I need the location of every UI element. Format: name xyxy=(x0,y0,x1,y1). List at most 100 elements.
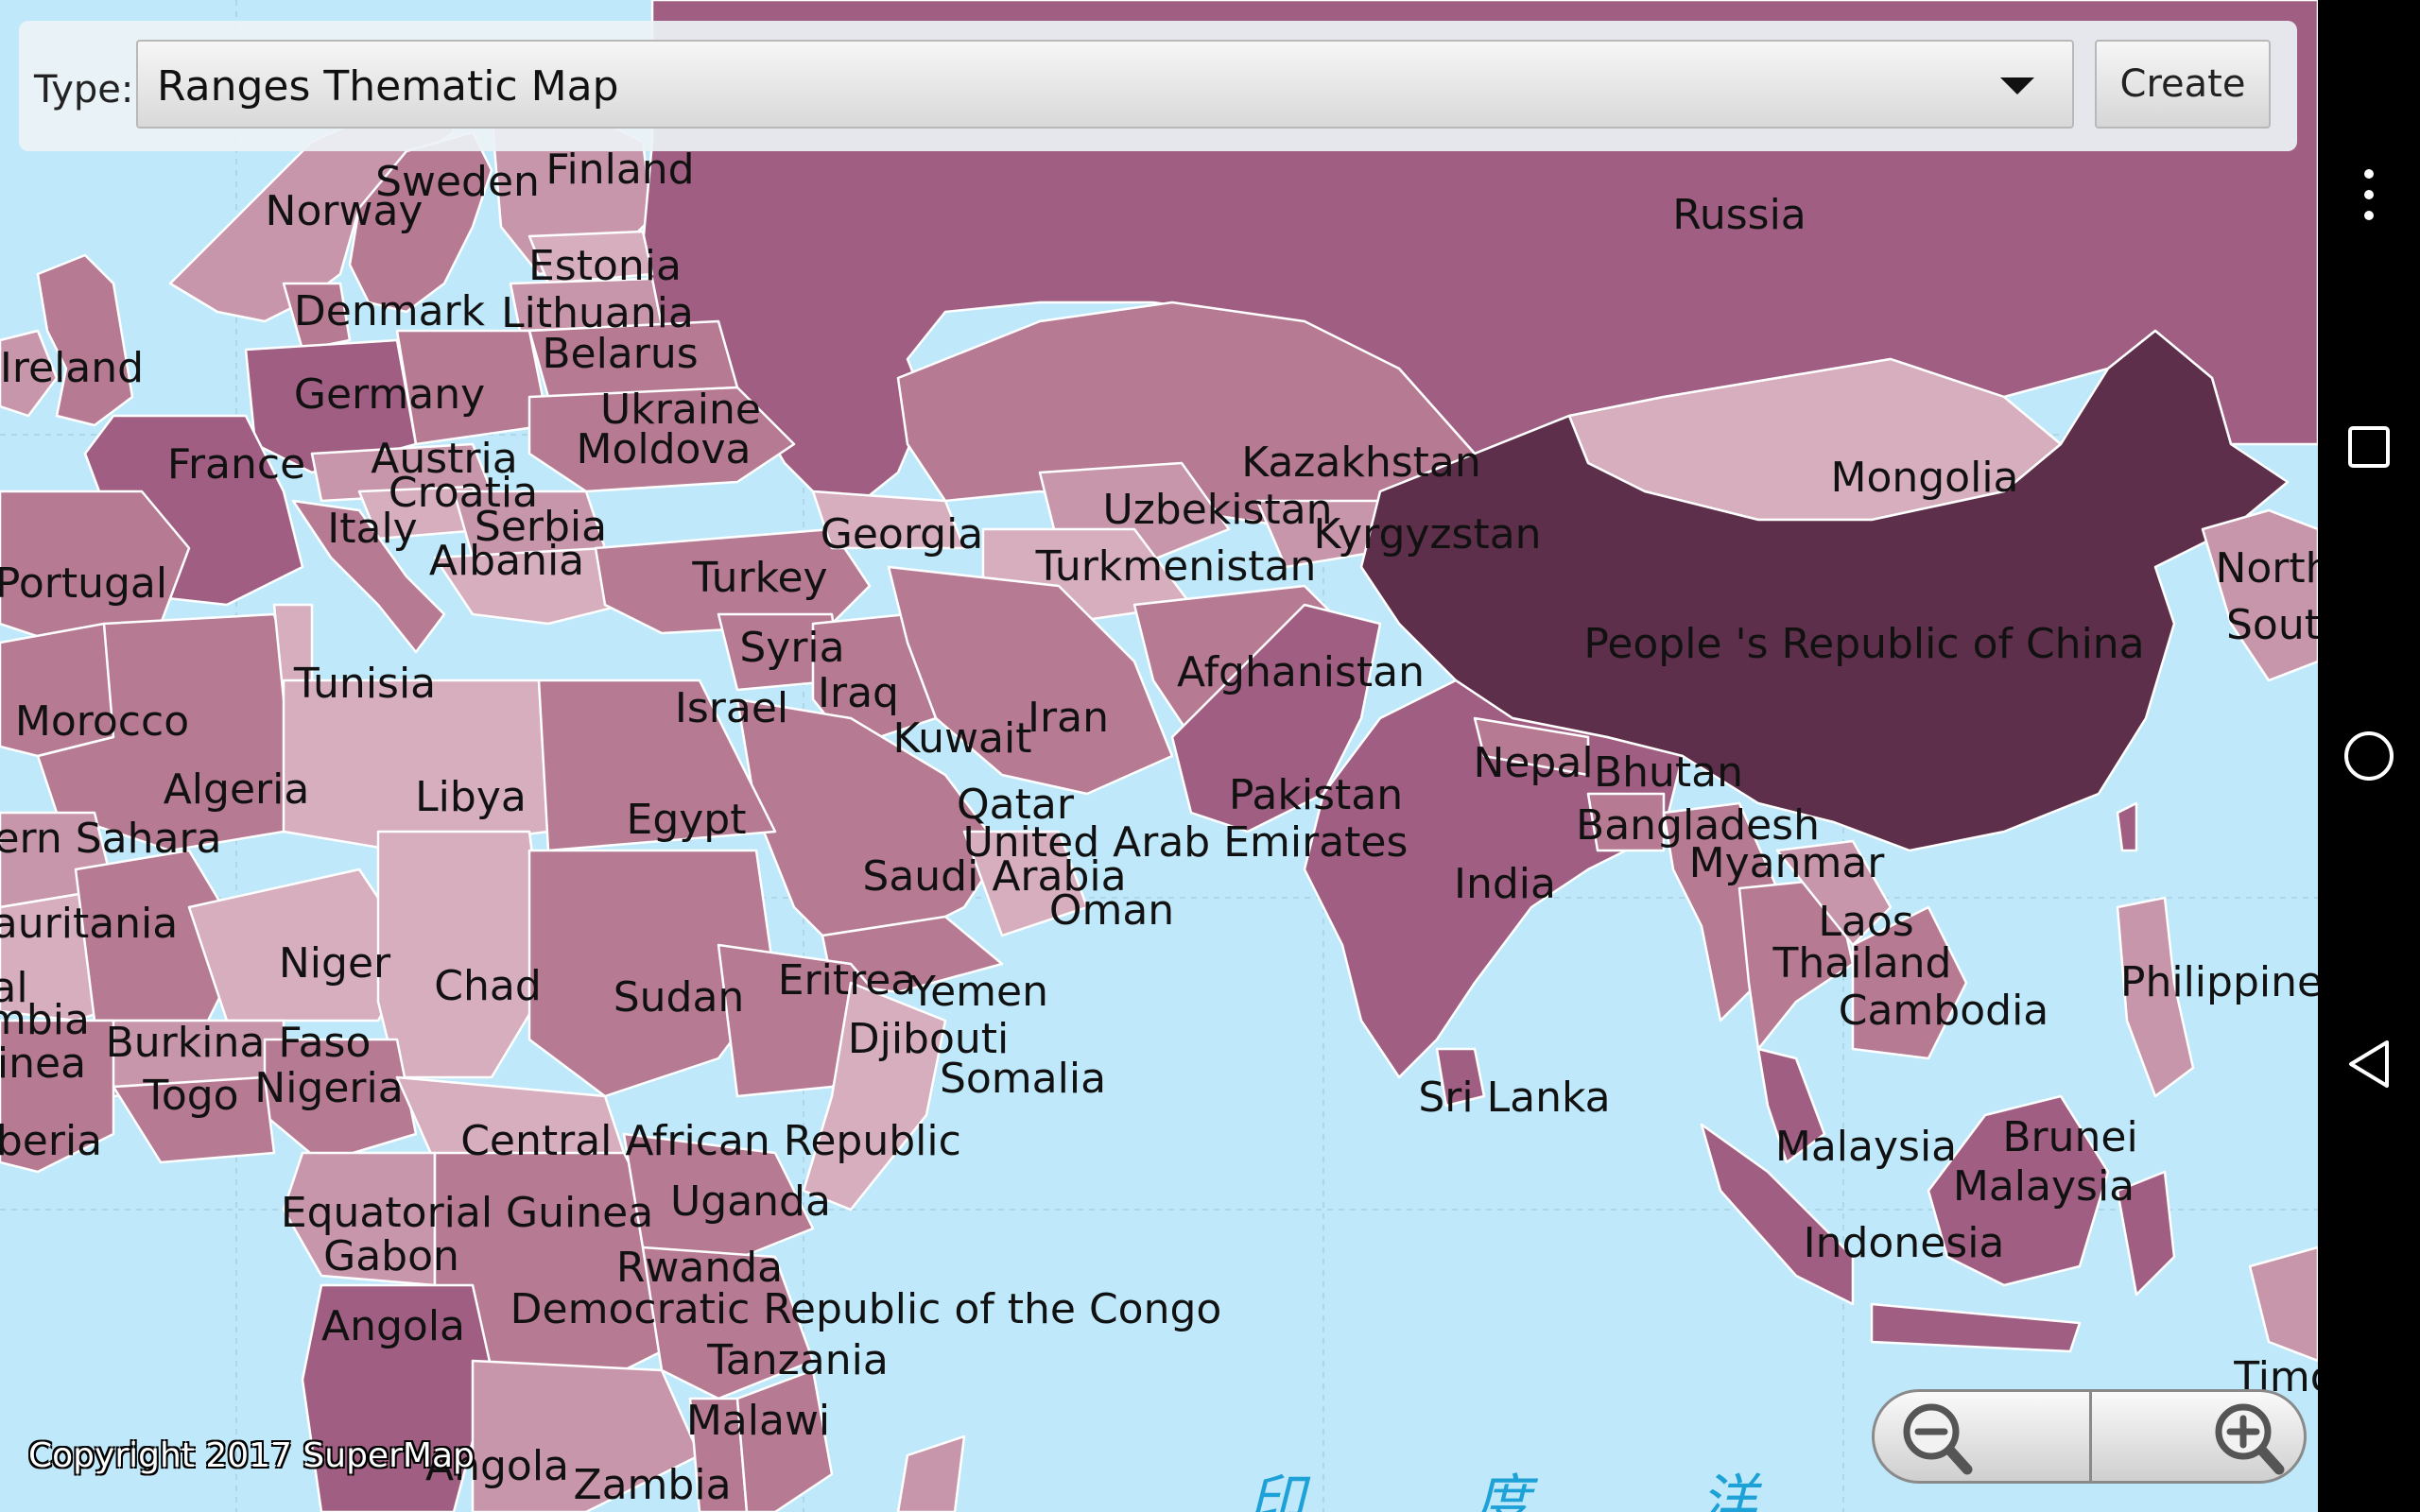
country-label-oman: Oman xyxy=(1048,886,1175,935)
country-label-norway: Norway xyxy=(265,187,424,235)
country-label-brunei: Brunei xyxy=(2002,1113,2138,1161)
country-label-nepal: Nepal xyxy=(1473,739,1594,787)
back-button[interactable] xyxy=(2318,1038,2420,1091)
country-label-turkmenistan: Turkmenistan xyxy=(1035,542,1317,591)
thematic-type-toolbar: Type: Ranges Thematic Map Create xyxy=(19,21,2297,151)
create-button[interactable]: Create xyxy=(2095,40,2271,129)
country-label-kazakhstan: Kazakhstan xyxy=(1241,438,1481,487)
country-label-iran: Iran xyxy=(1028,694,1109,742)
recents-button[interactable] xyxy=(2318,425,2420,469)
country-label-tunisia: Tunisia xyxy=(293,660,437,708)
country-label-kyrgyzstan: Kyrgyzstan xyxy=(1313,510,1542,558)
country-chad xyxy=(376,830,550,1079)
country-label-malaysia-east: Malaysia xyxy=(1952,1162,2135,1211)
country-label-france: France xyxy=(166,440,306,489)
country-label-gambia: mbia xyxy=(0,996,90,1044)
zoom-in-icon xyxy=(2215,1403,2285,1475)
dropdown-arrow-icon xyxy=(2000,77,2034,94)
country-label-malaysia-west: Malaysia xyxy=(1774,1123,1958,1171)
country-label-liberia: beria xyxy=(0,1117,103,1165)
country-label-eritrea: Eritrea xyxy=(777,956,917,1005)
country-label-car: Central African Republic xyxy=(460,1117,961,1165)
country-label-niger: Niger xyxy=(278,939,391,988)
country-label-syria: Syria xyxy=(739,624,845,672)
country-label-angola: Angola xyxy=(320,1302,466,1350)
country-label-indonesia: Indonesia xyxy=(1803,1219,2005,1267)
country-label-moldova: Moldova xyxy=(576,425,752,473)
country-label-yemen: Yemen xyxy=(910,968,1048,1016)
more-vertical-icon xyxy=(2364,169,2374,220)
copyright-text: Copyright 2017 SuperMap xyxy=(28,1436,475,1475)
ocean-label: 印 度 洋 xyxy=(1248,1469,1833,1512)
country-label-sudan: Sudan xyxy=(613,973,745,1022)
country-label-portugal: Portugal xyxy=(0,559,168,608)
country-label-algeria: Algeria xyxy=(163,765,310,814)
type-label: Type: xyxy=(34,68,134,112)
country-label-egypt: Egypt xyxy=(626,796,747,844)
country-java xyxy=(1870,1302,2082,1353)
country-label-philippines: Philippine xyxy=(2119,958,2318,1006)
country-label-cambodia: Cambodia xyxy=(1838,987,2049,1035)
country-label-israel: Israel xyxy=(674,684,789,732)
country-label-lithuania: Lithuania xyxy=(501,289,694,337)
country-label-mongolia: Mongolia xyxy=(1830,454,2019,502)
thematic-type-selected-value: Ranges Thematic Map xyxy=(157,62,619,111)
country-label-afghanistan: Afghanistan xyxy=(1177,648,1425,696)
country-label-russia: Russia xyxy=(1672,191,1806,239)
country-label-italy: Italy xyxy=(327,505,418,553)
home-button[interactable] xyxy=(2318,730,2420,782)
country-label-thailand: Thailand xyxy=(1772,939,1952,988)
country-label-gabon: Gabon xyxy=(323,1232,459,1280)
country-label-malawi: Malawi xyxy=(685,1397,831,1445)
country-label-ireland: Ireland xyxy=(0,344,145,392)
country-label-guinea: inea xyxy=(0,1040,87,1088)
country-label-iraq: Iraq xyxy=(818,669,899,717)
country-label-western-sahara: ern Sahara xyxy=(0,815,222,863)
country-label-zambia: Zambia xyxy=(573,1461,732,1509)
country-label-nigeria: Nigeria xyxy=(254,1064,404,1112)
overflow-menu-button[interactable] xyxy=(2318,168,2420,221)
country-label-south-korea: Sout xyxy=(2226,601,2318,649)
country-label-belarus: Belarus xyxy=(542,330,699,378)
country-png xyxy=(2248,1246,2318,1363)
zoom-out-icon xyxy=(1903,1403,1973,1475)
country-taiwan xyxy=(2116,801,2138,852)
zoom-controls xyxy=(1872,1389,2307,1484)
country-label-albania: Albania xyxy=(428,537,585,585)
country-korea xyxy=(2201,508,2318,682)
system-navigation-bar xyxy=(2318,0,2420,1512)
map-view[interactable]: Sweden Finland Norway Russia Estonia Denmark L… xyxy=(0,0,2318,1512)
country-label-sri-lanka: Sri Lanka xyxy=(1418,1074,1611,1122)
country-label-pakistan: Pakistan xyxy=(1228,771,1404,819)
country-label-libya: Libya xyxy=(415,773,527,821)
country-label-finland: Finland xyxy=(545,146,695,194)
country-label-chad: Chad xyxy=(434,962,542,1010)
thematic-type-dropdown[interactable]: Ranges Thematic Map xyxy=(136,40,2074,129)
zoom-out-button[interactable] xyxy=(1875,1392,2087,1481)
zoom-in-button[interactable] xyxy=(2092,1392,2305,1481)
country-label-uzbekistan: Uzbekistan xyxy=(1102,486,1333,534)
country-label-bhutan: Bhutan xyxy=(1593,748,1744,797)
country-label-togo: Togo xyxy=(143,1072,239,1120)
country-label-india: India xyxy=(1454,860,1556,908)
country-label-rwanda: Rwanda xyxy=(615,1244,784,1292)
triangle-back-icon xyxy=(2349,1040,2389,1088)
country-label-myanmar: Myanmar xyxy=(1688,839,1885,887)
country-label-equatorial-guinea: Equatorial Guinea xyxy=(280,1189,654,1237)
country-label-laos: Laos xyxy=(1818,898,1914,946)
country-label-mauritania: auritania xyxy=(0,900,179,948)
country-label-north-korea: North xyxy=(2215,544,2318,593)
country-label-uganda: Uganda xyxy=(670,1177,831,1226)
country-label-germany: Germany xyxy=(293,370,486,419)
country-label-morocco: Morocco xyxy=(14,697,190,746)
country-label-georgia: Georgia xyxy=(820,510,984,558)
country-label-burkina-faso: Burkina Faso xyxy=(105,1019,372,1067)
country-madagascar xyxy=(896,1435,966,1512)
country-label-denmark: Denmark xyxy=(293,287,486,335)
country-label-drc: Democratic Republic of the Congo xyxy=(510,1285,1222,1333)
square-recents-icon xyxy=(2348,426,2390,468)
country-label-kuwait: Kuwait xyxy=(892,714,1032,763)
country-label-turkey: Turkey xyxy=(692,554,828,602)
country-label-estonia: Estonia xyxy=(528,242,682,290)
circle-home-icon xyxy=(2344,731,2394,781)
